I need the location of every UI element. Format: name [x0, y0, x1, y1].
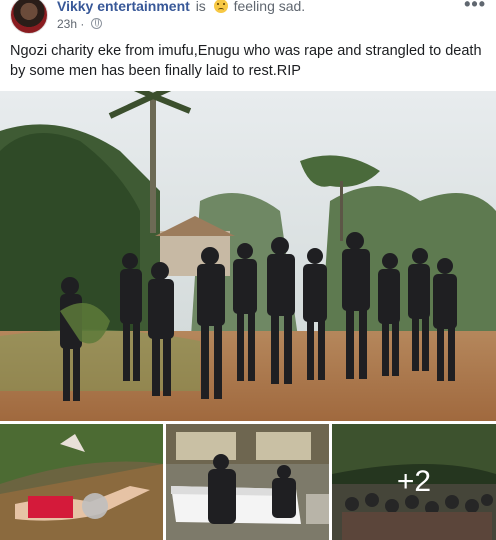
sad-face-icon	[213, 0, 228, 13]
victim-photo	[0, 424, 163, 540]
photo-thumb-1[interactable]	[0, 424, 163, 540]
funeral-procession-photo	[0, 91, 496, 421]
photo-thumb-3[interactable]: +2	[332, 424, 496, 540]
author-name[interactable]: Vikky entertainment	[57, 0, 190, 14]
feeling-text[interactable]: feeling sad.	[234, 0, 306, 14]
more-options-button[interactable]: •••	[464, 0, 486, 15]
post-time[interactable]: 23h	[57, 17, 77, 31]
casket-photo	[166, 424, 329, 540]
globe-icon	[90, 18, 102, 29]
post-text: Ngozi charity eke from imufu,Enugu who w…	[10, 43, 482, 79]
post-meta: 23h ·	[57, 17, 102, 31]
photo-thumb-2[interactable]	[166, 424, 329, 540]
more-photos-count[interactable]: +2	[332, 424, 496, 540]
author-line: Vikky entertainment is feeling sad.	[57, 0, 305, 14]
post-header: Vikky entertainment is feeling sad. 23h …	[0, 0, 496, 40]
avatar[interactable]	[10, 0, 48, 34]
is-word: is	[195, 0, 206, 14]
main-photo[interactable]	[0, 91, 496, 421]
